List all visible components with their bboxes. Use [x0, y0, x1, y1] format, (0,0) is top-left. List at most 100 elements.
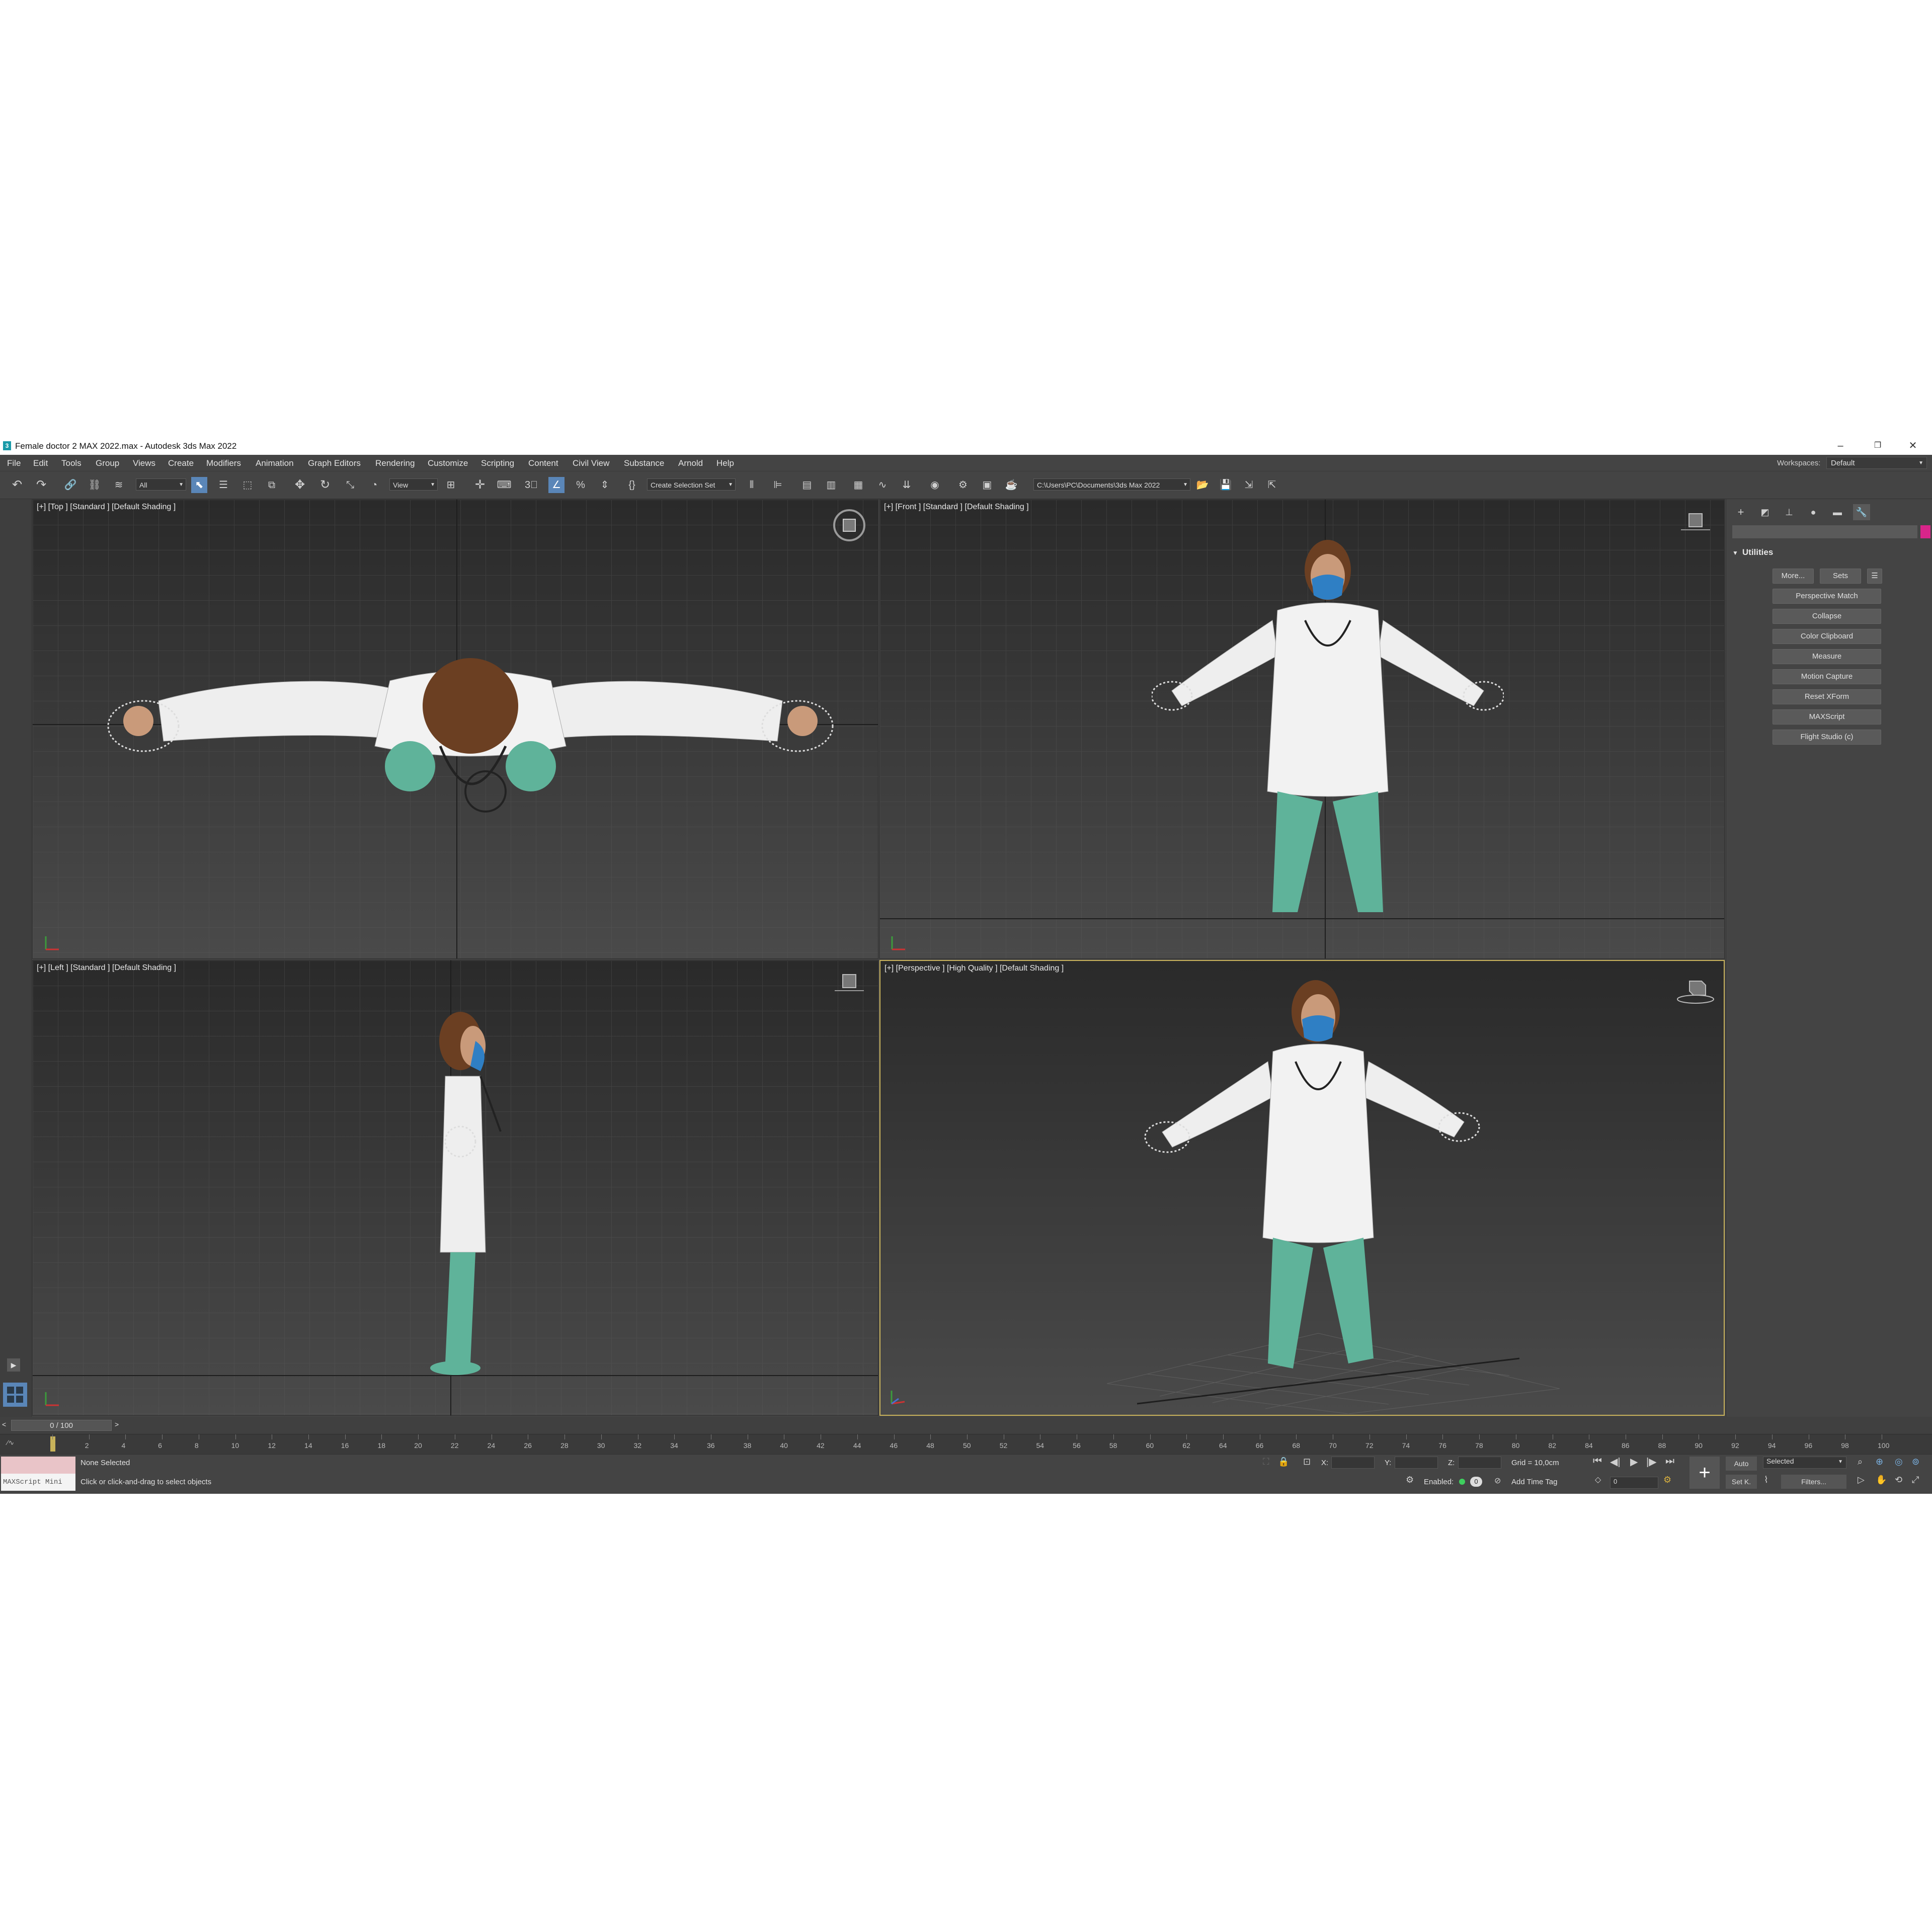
viewport-front[interactable]: [+] [Front ] [Standard ] [Default Shadin…	[879, 499, 1725, 959]
reference-coordinate-dropdown[interactable]: View ▼	[389, 478, 438, 491]
edit-named-selection-icon[interactable]: {}	[624, 477, 640, 493]
name-field[interactable]	[1732, 525, 1917, 538]
utilities-tab-icon[interactable]: 🔧	[1853, 504, 1870, 520]
spinner-snap-icon[interactable]: ⇕	[597, 477, 613, 493]
go-to-start-icon[interactable]: ⏮	[1593, 1456, 1602, 1467]
pan-view-icon[interactable]: ✋	[1876, 1475, 1887, 1485]
menu-create[interactable]: Create	[168, 458, 194, 468]
menu-rendering[interactable]: Rendering	[375, 458, 415, 468]
display-tab-icon[interactable]: ▬	[1829, 504, 1846, 520]
menu-edit[interactable]: Edit	[33, 458, 48, 468]
maximize-viewport-icon[interactable]: ⤢	[1912, 1475, 1919, 1485]
align-icon[interactable]: ⊫	[770, 477, 786, 493]
previous-frame-icon[interactable]: ◀|	[1610, 1456, 1621, 1468]
undo-icon[interactable]: ↶	[9, 477, 25, 493]
named-selection-set-dropdown[interactable]: Create Selection Set ▼	[647, 478, 736, 491]
layer-explorer-icon[interactable]: ▥	[823, 477, 839, 493]
menu-content[interactable]: Content	[528, 458, 558, 468]
selection-filter-dropdown[interactable]: All ▼	[136, 478, 186, 491]
utilities-rollout-header[interactable]: ▼ Utilities	[1732, 547, 1927, 560]
maxscript-input[interactable]: MAXScript Mini	[1, 1474, 75, 1491]
flight-studio-button[interactable]: Flight Studio (c)	[1773, 730, 1881, 745]
move-icon[interactable]: ✥	[292, 477, 308, 493]
scene-explorer-icon[interactable]: ▤	[799, 477, 815, 493]
isolate-selection-icon[interactable]: ⛶	[1263, 1457, 1269, 1467]
menu-graph-editors[interactable]: Graph Editors	[308, 458, 361, 468]
menu-tools[interactable]: Tools	[61, 458, 82, 468]
adaptive-degradation-icon[interactable]: ⚙	[1406, 1475, 1414, 1485]
menu-customize[interactable]: Customize	[428, 458, 468, 468]
select-object-icon[interactable]: ⬉	[191, 477, 207, 493]
orbit-icon[interactable]: ⟲	[1895, 1475, 1902, 1485]
sets-button[interactable]: Sets	[1820, 569, 1861, 584]
menu-file[interactable]: File	[7, 458, 21, 468]
key-filters-button[interactable]: Filters...	[1781, 1475, 1846, 1489]
object-color-swatch[interactable]	[1920, 525, 1930, 538]
rotate-icon[interactable]: ↻	[317, 477, 333, 493]
key-filter-dropdown[interactable]: Selected ▼	[1763, 1457, 1846, 1469]
modify-tab-icon[interactable]: ◩	[1756, 504, 1774, 520]
auto-key-button[interactable]: Auto	[1726, 1457, 1757, 1471]
doctor-model-left-view[interactable]	[405, 991, 536, 1388]
viewport-left[interactable]: [+] [Left ] [Standard ] [Default Shading…	[32, 960, 878, 1416]
viewport-top[interactable]: [+] [Top ] [Standard ] [Default Shading …	[32, 499, 878, 959]
time-slider[interactable]: < 0 / 100 >	[0, 1417, 1932, 1434]
minimize-button[interactable]: –	[1830, 439, 1850, 453]
select-by-name-icon[interactable]: ☰	[215, 477, 231, 493]
menu-substance[interactable]: Substance	[624, 458, 664, 468]
menu-scripting[interactable]: Scripting	[481, 458, 514, 468]
viewport-label-perspective[interactable]: [+] [Perspective ] [High Quality ] [Defa…	[884, 964, 1064, 973]
open-file-icon[interactable]: 📂	[1194, 477, 1211, 493]
unlink-icon[interactable]: ⛓	[87, 477, 103, 493]
motion-tab-icon[interactable]: ●	[1805, 504, 1822, 520]
render-production-icon[interactable]: ☕	[1003, 477, 1019, 493]
perspective-match-button[interactable]: Perspective Match	[1773, 589, 1881, 604]
zoom-extents-all-icon[interactable]: ⊚	[1912, 1457, 1919, 1467]
menu-arnold[interactable]: Arnold	[678, 458, 703, 468]
menu-civil-view[interactable]: Civil View	[573, 458, 609, 468]
link-icon[interactable]: 🔗	[62, 477, 78, 493]
more-button[interactable]: More...	[1773, 569, 1814, 584]
rendered-frame-window-icon[interactable]: ▣	[979, 477, 995, 493]
current-frame-marker[interactable]	[50, 1436, 55, 1452]
zoom-icon[interactable]: ⌕	[1858, 1457, 1863, 1467]
schematic-view-icon[interactable]: ⇊	[899, 477, 915, 493]
steering-wheel-icon[interactable]	[832, 508, 867, 543]
percent-snap-icon[interactable]: %	[573, 477, 589, 493]
configure-sets-icon[interactable]: ☰	[1867, 569, 1882, 584]
workspaces-dropdown[interactable]: Default ▼	[1826, 457, 1927, 469]
view-cube-icon[interactable]	[1679, 510, 1711, 535]
curve-editor-mini-icon[interactable]: ⁄∿	[7, 1438, 24, 1450]
keyboard-shortcut-override-icon[interactable]: ⌨	[496, 477, 512, 493]
viewport-label-front[interactable]: [+] [Front ] [Standard ] [Default Shadin…	[884, 503, 1029, 512]
enabled-indicator[interactable]	[1459, 1479, 1465, 1485]
viewport-label-left[interactable]: [+] [Left ] [Standard ] [Default Shading…	[37, 963, 176, 973]
scale-icon[interactable]: ⤡	[342, 477, 358, 493]
save-file-icon[interactable]: 💾	[1218, 477, 1234, 493]
view-cube-icon[interactable]	[1675, 977, 1716, 1005]
menu-animation[interactable]: Animation	[256, 458, 294, 468]
x-coordinate-field[interactable]	[1331, 1457, 1375, 1469]
hierarchy-tab-icon[interactable]: ⊥	[1781, 504, 1798, 520]
doctor-model-perspective-view[interactable]	[1142, 971, 1504, 1384]
angle-snap-icon[interactable]: ∠	[548, 477, 565, 493]
menu-help[interactable]: Help	[716, 458, 734, 468]
default-in-out-tangents-icon[interactable]: ⌇	[1764, 1475, 1768, 1485]
menu-views[interactable]: Views	[133, 458, 155, 468]
material-editor-icon[interactable]: ◉	[927, 477, 943, 493]
view-cube-icon[interactable]	[833, 971, 865, 996]
project-folder-dropdown[interactable]: C:\Users\PC\Documents\3ds Max 2022 ▼	[1033, 478, 1190, 491]
placement-icon[interactable]: ◔	[366, 477, 382, 493]
measure-button[interactable]: Measure	[1773, 649, 1881, 664]
restore-button[interactable]: ❐	[1868, 439, 1888, 453]
add-time-tag-button[interactable]: Add Time Tag	[1511, 1478, 1557, 1486]
doctor-model-front-view[interactable]	[1152, 520, 1504, 927]
go-to-end-icon[interactable]: ⏭	[1665, 1456, 1674, 1467]
reset-xform-button[interactable]: Reset XForm	[1773, 689, 1881, 704]
mirror-icon[interactable]: ⫴	[744, 477, 760, 493]
select-and-manipulate-icon[interactable]: ✛	[472, 477, 488, 493]
maxscript-listener[interactable]: MAXScript Mini	[1, 1457, 75, 1492]
next-frame-icon[interactable]: |▶	[1646, 1456, 1657, 1468]
field-of-view-icon[interactable]: ▷	[1858, 1475, 1865, 1485]
redo-icon[interactable]: ↷	[33, 477, 49, 493]
